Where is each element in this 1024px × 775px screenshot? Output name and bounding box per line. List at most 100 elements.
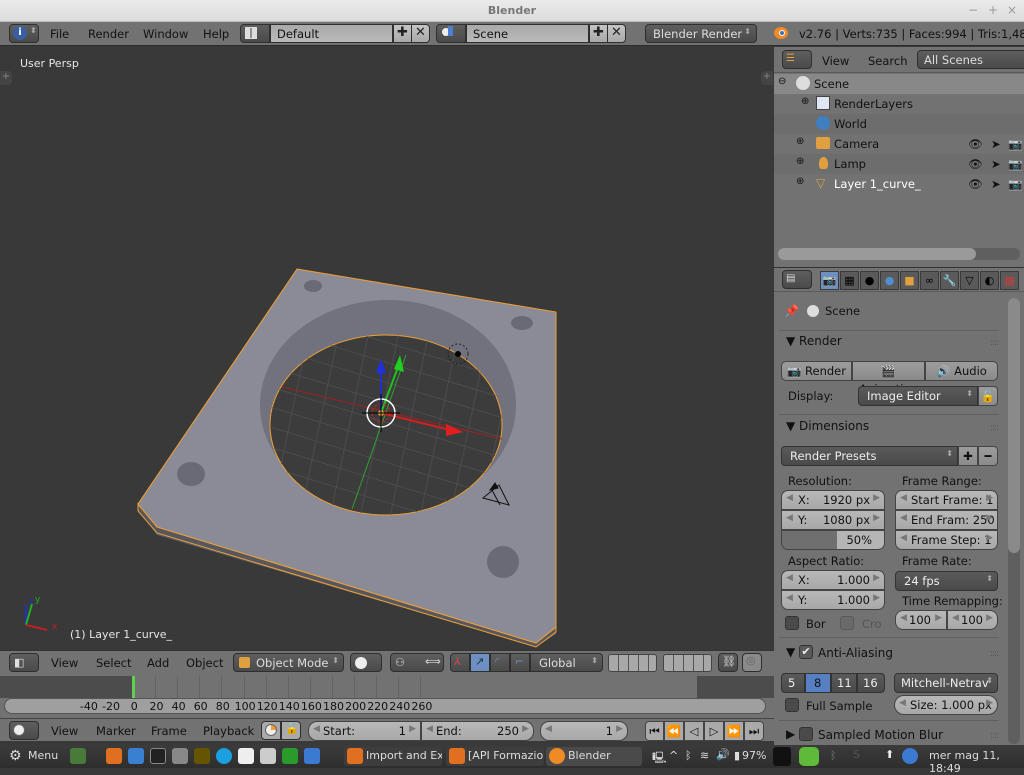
- jump-to-end-button[interactable]: ⏭: [744, 721, 764, 741]
- aspect-y-field[interactable]: ◀ Y: 1.000 ▶: [781, 590, 885, 610]
- increment-arrow-icon[interactable]: ▶: [873, 513, 880, 523]
- bluetooth-tray-icon[interactable]: ᛒ: [830, 749, 837, 762]
- start-frame-field[interactable]: ◀ Start: 1 ▶: [308, 721, 421, 741]
- network-icon[interactable]: 🖳: [652, 749, 667, 768]
- remove-preset-button[interactable]: ━: [978, 446, 998, 466]
- antialiasing-checkbox[interactable]: ✔: [799, 645, 813, 659]
- motion-blur-checkbox[interactable]: [799, 727, 813, 741]
- use-preview-range-button[interactable]: [261, 721, 281, 740]
- frame-step-field[interactable]: ◀ Frame Step: 1 ▶: [895, 530, 998, 550]
- proportional-edit-button[interactable]: ◎: [742, 653, 762, 672]
- tab-constraints[interactable]: ∞: [920, 271, 939, 290]
- expand-icon[interactable]: ⊕: [801, 96, 809, 107]
- layout-name-field[interactable]: Default: [270, 24, 393, 43]
- eye-icon[interactable]: 👁: [968, 177, 983, 191]
- editor-type-info[interactable]: i ⬍: [9, 24, 39, 43]
- panel-antialiasing-header[interactable]: ▼: [786, 645, 795, 659]
- start-frame-field[interactable]: ◀ Start Frame: 1 ▶: [895, 490, 998, 510]
- decrement-arrow-icon[interactable]: ◀: [786, 573, 793, 583]
- properties-editor-type[interactable]: ▤: [782, 270, 812, 289]
- tab-scene[interactable]: ●: [860, 271, 879, 290]
- cursor-select-icon[interactable]: ➤: [991, 157, 1001, 171]
- tray-app-icon[interactable]: [773, 747, 791, 766]
- decrement-arrow-icon[interactable]: ◀: [426, 724, 433, 734]
- scale-manipulator[interactable]: ⌐: [510, 653, 530, 672]
- cursor-select-icon[interactable]: ➤: [991, 177, 1001, 191]
- panel-dimensions-header[interactable]: ▼ Dimensions: [786, 419, 869, 433]
- resolution-y-field[interactable]: ◀ Y: 1080 px ▶: [781, 510, 885, 530]
- menu-add[interactable]: Add: [147, 656, 169, 670]
- tab-object[interactable]: ■: [900, 271, 919, 290]
- time-remap-new-field[interactable]: ◀ 100 ▶: [947, 610, 998, 630]
- render-camera-icon[interactable]: 📷: [1008, 177, 1022, 191]
- eye-icon[interactable]: 👁: [968, 157, 983, 171]
- rotate-manipulator[interactable]: ◜: [490, 653, 510, 672]
- timeline-scrollbar[interactable]: -40 -20 0 20 40 60 80 100 120 140 160 180 200 220 240 2…: [4, 698, 766, 714]
- outliner-item-camera[interactable]: ⊕ Camera 👁 ➤ 📷: [774, 134, 1024, 154]
- firefox-launcher-icon[interactable]: [106, 748, 122, 764]
- full-sample-checkbox[interactable]: [785, 698, 799, 712]
- menu-frame[interactable]: Frame: [151, 724, 187, 738]
- text-editor-launcher-icon[interactable]: [238, 748, 254, 764]
- translate-manipulator[interactable]: ↗: [470, 653, 490, 672]
- mode-dropdown[interactable]: Object Mode ⬍: [233, 653, 344, 672]
- editor-type-timeline[interactable]: [9, 721, 39, 740]
- resolution-percentage-slider[interactable]: 50%: [781, 530, 885, 550]
- aa-sample-11[interactable]: 11: [831, 673, 857, 693]
- outliner-scrollbar[interactable]: [778, 248, 1020, 260]
- menu-select[interactable]: Select: [96, 656, 131, 670]
- pivot-point-dropdown[interactable]: ⚇ ⟺: [390, 653, 444, 672]
- outliner-editor-type[interactable]: ☰: [782, 50, 812, 69]
- files-launcher-icon[interactable]: [172, 748, 188, 764]
- outliner-item-scene[interactable]: ⊖ Scene: [774, 74, 1024, 94]
- tab-texture[interactable]: ▩: [1000, 271, 1019, 290]
- system-monitor-launcher-icon[interactable]: [194, 748, 210, 764]
- outliner-item-world[interactable]: World: [774, 114, 1024, 134]
- menu-window[interactable]: Window: [143, 27, 188, 41]
- scene-selector[interactable]: [436, 24, 466, 43]
- tab-material[interactable]: ◐: [980, 271, 999, 290]
- render-audio-button[interactable]: 🔊 Audio: [925, 361, 998, 381]
- increment-arrow-icon[interactable]: ▶: [873, 573, 880, 583]
- increment-arrow-icon[interactable]: ▶: [616, 724, 623, 734]
- timeline-area[interactable]: [0, 676, 774, 698]
- drag-grip-icon[interactable]: ::::: [990, 338, 999, 348]
- tab-modifiers[interactable]: 🔧: [940, 271, 959, 290]
- add-preset-button[interactable]: ✚: [958, 446, 978, 466]
- drag-grip-icon[interactable]: ::::: [990, 423, 999, 433]
- scene-name-field[interactable]: Scene: [466, 24, 589, 43]
- layer-buttons-group-1[interactable]: [608, 654, 657, 672]
- jump-to-start-button[interactable]: ⏮: [645, 721, 664, 741]
- calculator-launcher-icon[interactable]: [260, 748, 276, 764]
- expand-icon[interactable]: ⊕: [796, 176, 804, 187]
- increment-arrow-icon[interactable]: ▶: [522, 724, 529, 734]
- aa-sample-16[interactable]: 16: [857, 673, 885, 693]
- increment-arrow-icon[interactable]: ▶: [986, 613, 993, 623]
- menu-object[interactable]: Object: [186, 656, 223, 670]
- pin-icon[interactable]: 📌: [784, 304, 799, 318]
- end-frame-field[interactable]: ◀ End: 250 ▶: [421, 721, 534, 741]
- render-presets-dropdown[interactable]: Render Presets ⬍: [781, 446, 958, 466]
- increment-arrow-icon[interactable]: ▶: [986, 533, 993, 543]
- increment-arrow-icon[interactable]: ▶: [935, 613, 942, 623]
- start-menu-button[interactable]: ⚙ Menu: [4, 747, 62, 766]
- current-frame-cursor[interactable]: [132, 676, 135, 698]
- aa-sample-5[interactable]: 5: [781, 673, 805, 693]
- tray-expand-icon[interactable]: ^: [669, 749, 678, 762]
- menu-file[interactable]: File: [50, 27, 69, 41]
- outliner-menu-search[interactable]: Search: [868, 54, 908, 68]
- add-layout-button[interactable]: ✚: [393, 24, 412, 43]
- tray-update-icon[interactable]: [799, 747, 819, 766]
- outliner-item-renderlayers[interactable]: ⊕ RenderLayers: [774, 94, 1024, 114]
- play-reverse-button[interactable]: ◁: [684, 721, 704, 741]
- timeline[interactable]: -40 -20 0 20 40 60 80 100 120 140 160 180 200 220 240 2…: [0, 676, 774, 718]
- cursor-select-icon[interactable]: ➤: [991, 137, 1001, 151]
- upload-icon[interactable]: ⬆: [885, 748, 894, 761]
- volume-icon[interactable]: 🔊: [716, 748, 730, 761]
- eye-icon[interactable]: 👁: [968, 137, 983, 151]
- tab-data[interactable]: ▽: [960, 271, 979, 290]
- taskbar-window-blender[interactable]: Blender: [546, 747, 642, 766]
- decrement-arrow-icon[interactable]: ◀: [313, 724, 320, 734]
- time-remap-old-field[interactable]: ◀ 100 ▶: [895, 610, 947, 630]
- outliner-menu-view[interactable]: View: [822, 54, 849, 68]
